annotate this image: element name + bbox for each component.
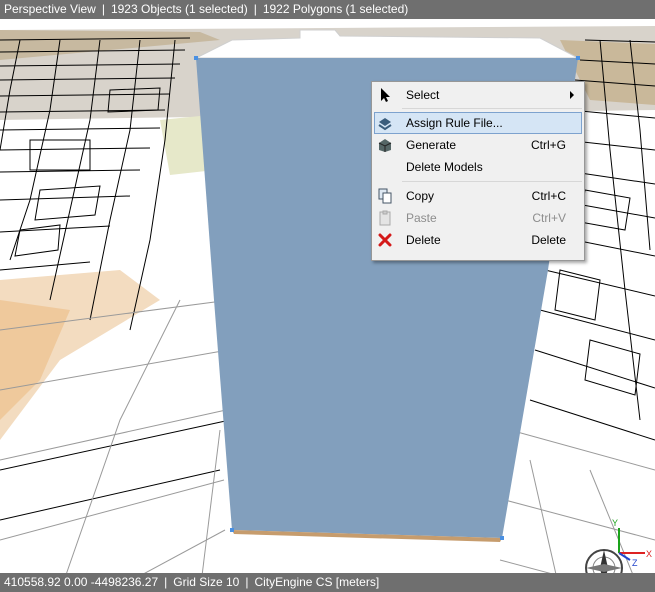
menu-item-delete-models[interactable]: Delete Models [374, 156, 582, 178]
menu-separator [402, 108, 582, 109]
menu-item-delete[interactable]: Delete Delete [374, 229, 582, 251]
assign-rule-icon [378, 118, 392, 131]
menu-item-generate[interactable]: Generate Ctrl+G [374, 134, 582, 156]
generate-icon [378, 139, 392, 152]
polygons-count: 1922 Polygons (1 selected) [262, 2, 409, 16]
menu-item-select[interactable]: Select [374, 84, 582, 106]
delete-red-x-icon [378, 233, 392, 247]
axis-x-label: X [646, 549, 652, 559]
view-name: Perspective View [4, 2, 96, 16]
cursor-coordinates: 410558.92 0.00 -4498236.27 [4, 575, 159, 589]
menu-item-copy[interactable]: Copy Ctrl+C [374, 185, 582, 207]
paste-icon [379, 210, 391, 226]
cursor-arrow-icon [381, 88, 390, 102]
grid-size: Grid Size 10 [173, 575, 240, 589]
viewport-status-bar: 410558.92 0.00 -4498236.27 | Grid Size 10 |… [0, 573, 655, 592]
objects-count: 1923 Objects (1 selected) [110, 2, 248, 16]
axis-y-label: Y [612, 518, 618, 528]
axis-z-label: Z [632, 558, 638, 568]
menu-separator [402, 181, 582, 182]
perspective-viewport[interactable]: Y X Z Perspective View | 1923 Objects (1 s… [0, 0, 655, 592]
menu-item-assign-rule-file[interactable]: Assign Rule File... [374, 112, 582, 134]
coordinate-system: CityEngine CS [meters] [254, 575, 380, 589]
copy-icon [378, 188, 392, 204]
menu-item-paste[interactable]: Paste Ctrl+V [374, 207, 582, 229]
context-menu: Select Assign Rule File... Generate Ctrl… [371, 81, 585, 261]
submenu-arrow-icon [570, 91, 574, 99]
viewport-header-bar: Perspective View | 1923 Objects (1 selecte… [0, 0, 655, 19]
